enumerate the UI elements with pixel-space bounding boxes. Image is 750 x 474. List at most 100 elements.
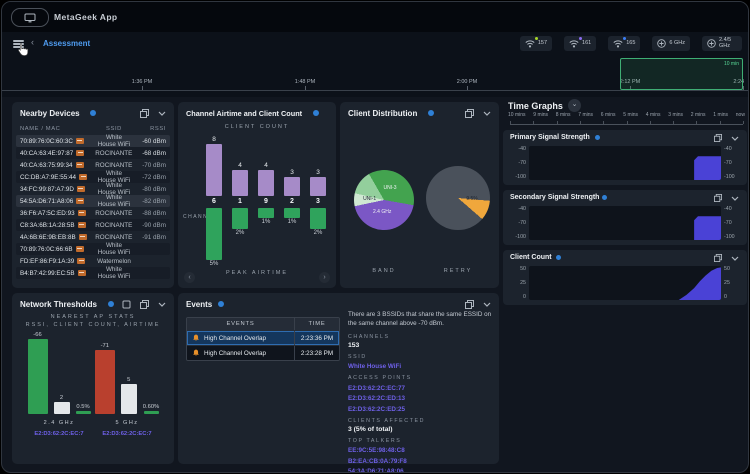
channel-filter-button-165[interactable]: 165 xyxy=(608,36,640,51)
device-mac: FD:EF:86:F9:1A:39 xyxy=(20,258,96,265)
info-dot xyxy=(218,301,224,307)
device-rssi: -91 dBm xyxy=(132,234,166,241)
next-page-button[interactable]: › xyxy=(319,272,330,283)
channel-filter-button-161[interactable]: 161 xyxy=(564,36,596,51)
y-axis-left: -40-70-100 xyxy=(506,146,526,180)
clients-bar xyxy=(54,402,70,414)
table-row[interactable]: FD:EF:86:F9:1A:39Watermelon xyxy=(16,255,170,267)
table-row[interactable]: 54:5A:D6:71:A8:06White House WiFi-82 dBm xyxy=(16,195,170,207)
device-mac: B4:B7:42:99:EC:5B xyxy=(20,270,96,277)
y-tick-label: -40 xyxy=(506,146,526,152)
channel-filter-button-157[interactable]: 157 xyxy=(520,36,552,51)
copy-icon[interactable] xyxy=(465,109,474,118)
ruler-tick xyxy=(580,121,581,124)
event-time-cell: 2:23:36 PM xyxy=(294,331,339,345)
client-count-bar-area: 8 xyxy=(206,134,222,196)
network-thresholds-panel: Network Thresholds NEAREST AP STATS RSSI… xyxy=(12,293,174,464)
copy-icon[interactable] xyxy=(714,134,722,142)
top-talker-link[interactable]: B2:EA:CB:0A:79:F8 xyxy=(348,458,496,465)
panel-title: Channel Airtime and Client Count xyxy=(186,109,302,118)
rssi-value: -66 xyxy=(33,332,41,338)
top-talker-link[interactable]: EE:9C:5E:98:48:C8 xyxy=(348,447,496,454)
client-count-bar xyxy=(206,144,222,196)
copy-icon[interactable] xyxy=(714,194,722,202)
table-row[interactable]: 34:FC:99:87:A7:9DWhite House WiFi-80 dBm xyxy=(16,183,170,195)
ssid-link[interactable]: White House WiFi xyxy=(348,363,496,370)
airtime-value: 0.5% xyxy=(76,404,89,410)
band-filter-button-24-5ghz[interactable]: 2.4/5 GHz xyxy=(702,36,742,51)
channel-group: 321% xyxy=(282,134,302,272)
y-tick-label: 0 xyxy=(506,294,526,300)
table-row[interactable]: 40:CA:63:75:99:34ROCINANTE-70 dBm xyxy=(16,159,170,171)
table-row[interactable]: 70:89:76:0C:60:3CWhite House WiFi-60 dBm xyxy=(16,135,170,147)
top-talkers-label: TOP TALKERS xyxy=(348,438,496,444)
ruler-tick xyxy=(650,121,651,124)
table-row[interactable]: B4:B7:42:99:EC:5BWhite House WiFi xyxy=(16,267,170,279)
client-count-axis-label: CLIENT COUNT xyxy=(178,124,336,130)
access-point-link[interactable]: E2:D3:62:2C:ED:13 xyxy=(348,395,496,402)
table-row[interactable]: 36:F6:A7:5C:ED:93ROCINANTE-88 dBm xyxy=(16,207,170,219)
event-row[interactable]: High Channel Overlap2:23:36 PM xyxy=(187,330,339,345)
airtime-bar-area: 2% xyxy=(310,208,326,272)
band-filter-label: 2.4/5 GHz xyxy=(719,38,737,50)
band-filter-button-6ghz[interactable]: 6 GHz xyxy=(652,36,690,51)
client-count-bar xyxy=(284,177,300,197)
clients-wrap: 2 xyxy=(54,395,70,414)
event-row[interactable]: High Channel Overlap2:23:28 PM xyxy=(187,345,339,360)
breadcrumb-assessment[interactable]: Assessment xyxy=(43,39,90,48)
y-tick-label: -40 xyxy=(724,146,744,152)
device-ssid: ROCINANTE xyxy=(95,150,132,157)
clients-wrap: 5 xyxy=(121,377,137,414)
graph-panel-title: Client Count xyxy=(510,254,552,261)
ruler-tick xyxy=(673,121,674,124)
y-tick-label: 50 xyxy=(506,266,526,272)
clients-bar xyxy=(121,384,137,414)
channel-number: 1 xyxy=(238,196,242,208)
table-row[interactable]: 4A:6B:6E:9B:EB:8BROCINANTE-91 dBm xyxy=(16,231,170,243)
prev-page-button[interactable]: ‹ xyxy=(184,272,195,283)
device-ssid: White House WiFi xyxy=(96,242,132,256)
client-count-bar-area: 4 xyxy=(232,134,248,196)
channels-value: 153 xyxy=(348,342,496,349)
timeline-tick xyxy=(467,86,468,90)
device-mac: 36:F6:A7:5C:ED:93 xyxy=(20,210,95,217)
access-point-icon xyxy=(76,138,84,144)
back-chevron-icon[interactable]: ‹ xyxy=(31,37,34,47)
chevron-down-icon[interactable] xyxy=(731,196,739,201)
table-row[interactable]: CC:DB:A7:9E:55:44White House WiFi-72 dBm xyxy=(16,171,170,183)
toolbar-buttons: 157 161 165 6 GHz 2.4/5 GHz xyxy=(520,36,742,51)
timeline-selection[interactable]: 10 min xyxy=(620,58,743,90)
mac-text: 70:89:76:0C:60:3C xyxy=(20,138,73,145)
access-point-link[interactable]: E2:D3:62:2C:EC:77 xyxy=(348,385,496,392)
chevron-down-icon[interactable] xyxy=(731,256,739,261)
graph-panel-header: Secondary Signal Strength xyxy=(503,190,747,205)
access-point-icon xyxy=(77,258,85,264)
table-row[interactable]: 70:89:76:0C:66:6BWhite House WiFi xyxy=(16,243,170,255)
airtime-bar xyxy=(258,208,274,218)
rssi-bar xyxy=(95,350,115,414)
chevron-down-icon[interactable] xyxy=(483,302,491,307)
nearest-ap-mac-link[interactable]: E2:D3:62:2C:EC:7 xyxy=(22,431,96,437)
copy-icon[interactable] xyxy=(714,254,722,262)
copy-icon[interactable] xyxy=(140,109,149,118)
graph-series-area xyxy=(529,206,721,240)
chevron-down-icon[interactable] xyxy=(731,136,739,141)
info-dot xyxy=(313,110,319,116)
chevron-down-icon[interactable] xyxy=(483,111,491,116)
collapse-button[interactable]: ⌄ xyxy=(568,99,581,112)
chevron-down-icon[interactable] xyxy=(158,111,166,116)
panel-title: Events xyxy=(186,300,212,309)
pie-caption: RETRY xyxy=(426,268,490,274)
channel-filter-label: 157 xyxy=(538,41,547,47)
access-point-link[interactable]: E2:D3:62:2C:ED:25 xyxy=(348,406,496,413)
table-row[interactable]: 40:CA:63:4E:97:87ROCINANTE-68 dBm xyxy=(16,147,170,159)
table-row[interactable]: C8:3A:6B:1A:28:5BROCINANTE-90 dBm xyxy=(16,219,170,231)
band-icon xyxy=(707,39,716,48)
chevron-down-icon[interactable] xyxy=(158,302,166,307)
device-mac: 54:5A:D6:71:A8:06 xyxy=(20,198,96,205)
access-point-icon xyxy=(76,246,84,252)
app-switcher-button[interactable] xyxy=(11,8,49,27)
top-talker-link[interactable]: 54:3A:D6:71:A8:06 xyxy=(348,468,496,473)
copy-icon[interactable] xyxy=(465,300,474,309)
nearest-ap-mac-link[interactable]: E2:D3:62:2C:EC:7 xyxy=(90,431,164,437)
